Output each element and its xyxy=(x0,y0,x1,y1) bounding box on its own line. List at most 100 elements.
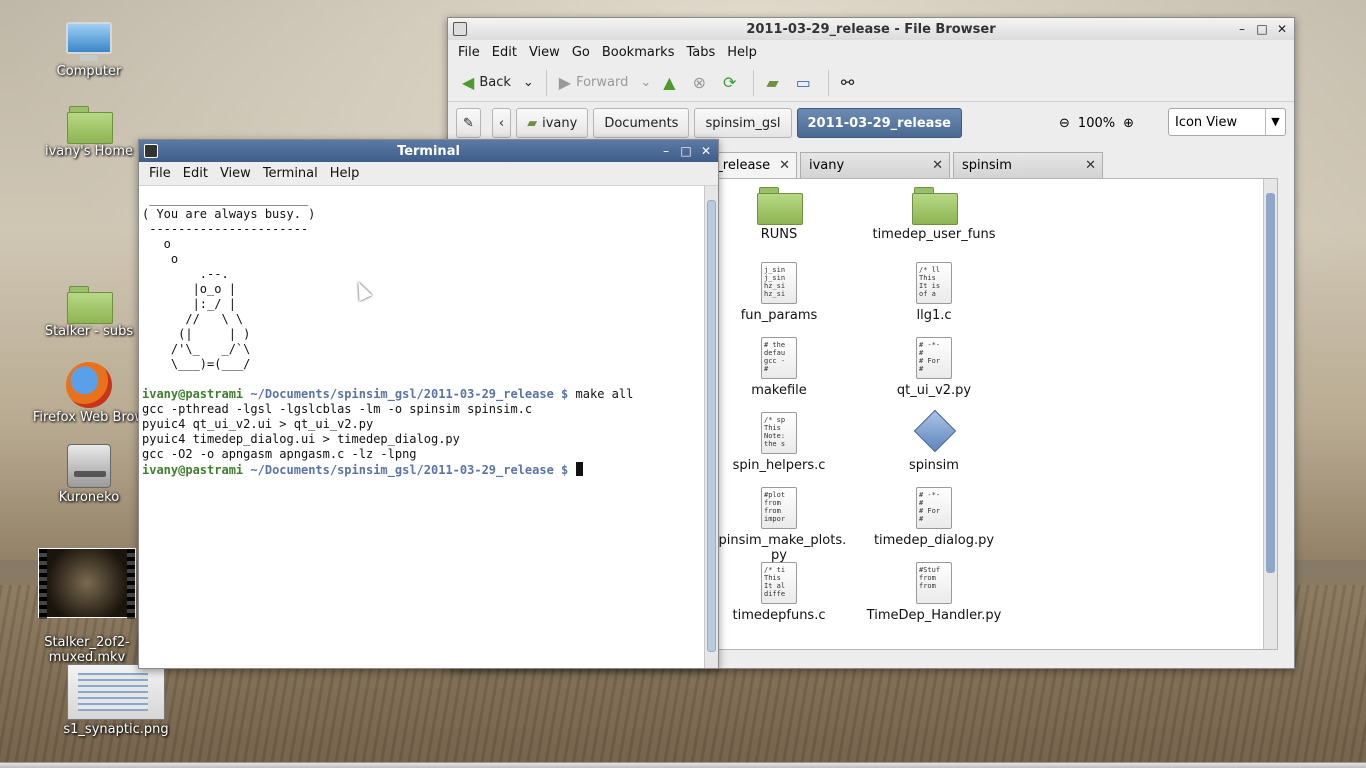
desktop-icon-home[interactable]: ivany's Home xyxy=(29,106,149,159)
file-browser-titlebar[interactable]: 2011-03-29_release - File Browser – □ ✕ xyxy=(448,18,1294,40)
toolbar: ◀ Back ⌄ ▶ Forward ⌄ ▲ ⊗ ⟳ ▰ ▭ ⚯ xyxy=(448,64,1294,102)
view-mode-select[interactable]: Icon View ▼ xyxy=(1168,108,1286,136)
file-item[interactable]: RUNS xyxy=(709,187,849,242)
tab-close-icon[interactable]: ✕ xyxy=(779,158,790,173)
breadcrumb-2011-03-29-release[interactable]: 2011-03-29_release xyxy=(796,108,962,138)
location-toggle-button[interactable]: ✎ xyxy=(456,108,481,138)
minimize-icon[interactable]: – xyxy=(658,143,674,159)
zoom-level[interactable]: 100% xyxy=(1078,116,1115,131)
back-arrow-icon: ◀ xyxy=(462,73,475,92)
video-thumbnail xyxy=(38,548,136,619)
file-item[interactable]: /* sp This Note: the s spin_helpers.c xyxy=(709,412,849,473)
computer-icon: ▭ xyxy=(795,73,811,92)
menu-help[interactable]: Help xyxy=(324,166,366,181)
breadcrumb-spinsim-gsl[interactable]: spinsim_gsl xyxy=(694,108,792,138)
file-item-label: llg1.c xyxy=(916,308,952,323)
breadcrumb-ivany[interactable]: ▰ ivany xyxy=(516,108,589,138)
file-item-label: TimeDep_Handler.py xyxy=(866,608,1002,623)
text-cursor xyxy=(575,462,583,476)
menu-terminal[interactable]: Terminal xyxy=(257,166,324,181)
file-item[interactable]: #plot from from impor spinsim_make_plots.… xyxy=(709,487,849,563)
command-output: gcc -pthread -lgsl -lgslcblas -lm -o spi… xyxy=(142,402,533,461)
reload-button[interactable]: ⟳ xyxy=(717,68,747,98)
icon-view-scrollbar[interactable] xyxy=(1263,179,1277,649)
minimize-icon[interactable]: – xyxy=(1234,21,1250,37)
terminal-titlebar[interactable]: Terminal – □ ✕ xyxy=(139,140,718,162)
back-history-dropdown[interactable]: ⌄ xyxy=(517,68,540,98)
forward-history-dropdown[interactable]: ⌄ xyxy=(634,68,657,98)
scrollbar-thumb[interactable] xyxy=(1266,193,1275,573)
zoom-in-icon[interactable]: ⊕ xyxy=(1123,116,1134,131)
file-item[interactable]: spinsim xyxy=(864,412,1004,473)
file-item[interactable]: #Stuf from from TimeDep_Handler.py xyxy=(864,562,1004,623)
file-item[interactable]: /* ti This It al diffe timedepfuns.c xyxy=(709,562,849,623)
file-item[interactable]: j_sin j_sin hz_si hz_si fun_params xyxy=(709,262,849,323)
menu-view[interactable]: View xyxy=(214,166,257,181)
desktop-icon-stalker-mkv[interactable]: Stalker_2of2- muxed.mkv xyxy=(27,533,147,680)
terminal-scrollbar[interactable] xyxy=(704,186,718,668)
desktop-icon-synaptic-png[interactable]: s1_synaptic.png xyxy=(56,664,176,737)
window-title: 2011-03-29_release - File Browser xyxy=(746,21,996,37)
up-button[interactable]: ▲ xyxy=(657,68,686,98)
desktop-icon-kuroneko[interactable]: Kuroneko xyxy=(29,444,149,505)
bottom-panel[interactable] xyxy=(0,762,1366,768)
desktop-icon-label: Stalker - subs xyxy=(44,324,134,339)
computer-button[interactable]: ▭ xyxy=(790,68,822,98)
back-button[interactable]: ◀ Back xyxy=(456,68,517,98)
tab-label: spinsim xyxy=(962,158,1012,173)
zoom-out-icon[interactable]: ⊖ xyxy=(1059,116,1070,131)
file-item[interactable]: # -*- # # For # timedep_dialog.py xyxy=(864,487,1004,548)
folder-icon xyxy=(912,187,958,225)
file-item[interactable]: # the defau gcc - # makefile xyxy=(709,337,849,398)
text-file-icon: # the defau gcc - # xyxy=(761,337,797,379)
desktop-icon-firefox[interactable]: Firefox Web Brow xyxy=(29,362,149,425)
forward-button[interactable]: ▶ Forward xyxy=(553,68,635,98)
home-button[interactable]: ▰ xyxy=(760,68,789,98)
folder-icon xyxy=(757,187,803,225)
file-item-label: RUNS xyxy=(760,227,798,242)
desktop-icon-stalker-subs[interactable]: Stalker - subs xyxy=(29,286,149,339)
prompt-user: ivany@pastrami xyxy=(142,387,244,401)
toolbar-separator xyxy=(753,69,755,96)
file-item[interactable]: /* ll This It is of a llg1.c xyxy=(864,262,1004,323)
file-item[interactable]: timedep_user_funs xyxy=(864,187,1004,242)
search-button[interactable]: ⚯ xyxy=(835,68,865,98)
desktop-icon-label: ivany's Home xyxy=(44,144,134,159)
menu-bookmarks[interactable]: Bookmarks xyxy=(596,45,681,60)
tab-release[interactable]: 9_release ✕ xyxy=(707,152,797,178)
tab-spinsim[interactable]: spinsim ✕ xyxy=(953,152,1103,178)
text-file-icon: # -*- # # For # xyxy=(916,337,952,379)
menu-view[interactable]: View xyxy=(523,45,566,60)
maximize-icon[interactable]: □ xyxy=(678,143,694,159)
menu-file[interactable]: File xyxy=(452,45,486,60)
text-file-icon: # -*- # # For # xyxy=(916,487,952,529)
menu-go[interactable]: Go xyxy=(566,45,596,60)
file-item-label: timedepfuns.c xyxy=(732,608,826,623)
menu-edit[interactable]: Edit xyxy=(486,45,523,60)
prompt-path: ~/Documents/spinsim_gsl/2011-03-29_relea… xyxy=(250,463,569,477)
menu-help[interactable]: Help xyxy=(721,45,763,60)
menu-file[interactable]: File xyxy=(143,166,177,181)
maximize-icon[interactable]: □ xyxy=(1254,21,1270,37)
forward-arrow-icon: ▶ xyxy=(558,73,572,92)
tab-close-icon[interactable]: ✕ xyxy=(1085,158,1096,173)
breadcrumb-label: 2011-03-29_release xyxy=(807,115,951,131)
chevron-down-icon: ⌄ xyxy=(522,75,534,90)
tab-ivany[interactable]: ivany ✕ xyxy=(800,152,950,178)
close-icon[interactable]: ✕ xyxy=(1274,21,1290,37)
close-icon[interactable]: ✕ xyxy=(698,143,714,159)
file-item[interactable]: # -*- # # For # qt_ui_v2.py xyxy=(864,337,1004,398)
menu-tabs[interactable]: Tabs xyxy=(680,45,721,60)
scrollbar-thumb[interactable] xyxy=(707,200,716,652)
file-item-label: timedep_dialog.py xyxy=(873,533,995,548)
desktop-icon-computer[interactable]: Computer xyxy=(29,22,149,79)
stop-button[interactable]: ⊗ xyxy=(687,68,717,98)
breadcrumb-scroll-left[interactable]: ‹ xyxy=(491,108,512,138)
terminal-output[interactable]: ______________________ ( You are always … xyxy=(139,186,704,668)
text-file-icon: #Stuf from from xyxy=(916,562,952,604)
tab-label: ivany xyxy=(809,158,845,173)
breadcrumb-documents[interactable]: Documents xyxy=(593,108,690,138)
menu-edit[interactable]: Edit xyxy=(177,166,214,181)
tab-close-icon[interactable]: ✕ xyxy=(932,158,943,173)
desktop-icon-label: s1_synaptic.png xyxy=(63,722,169,737)
